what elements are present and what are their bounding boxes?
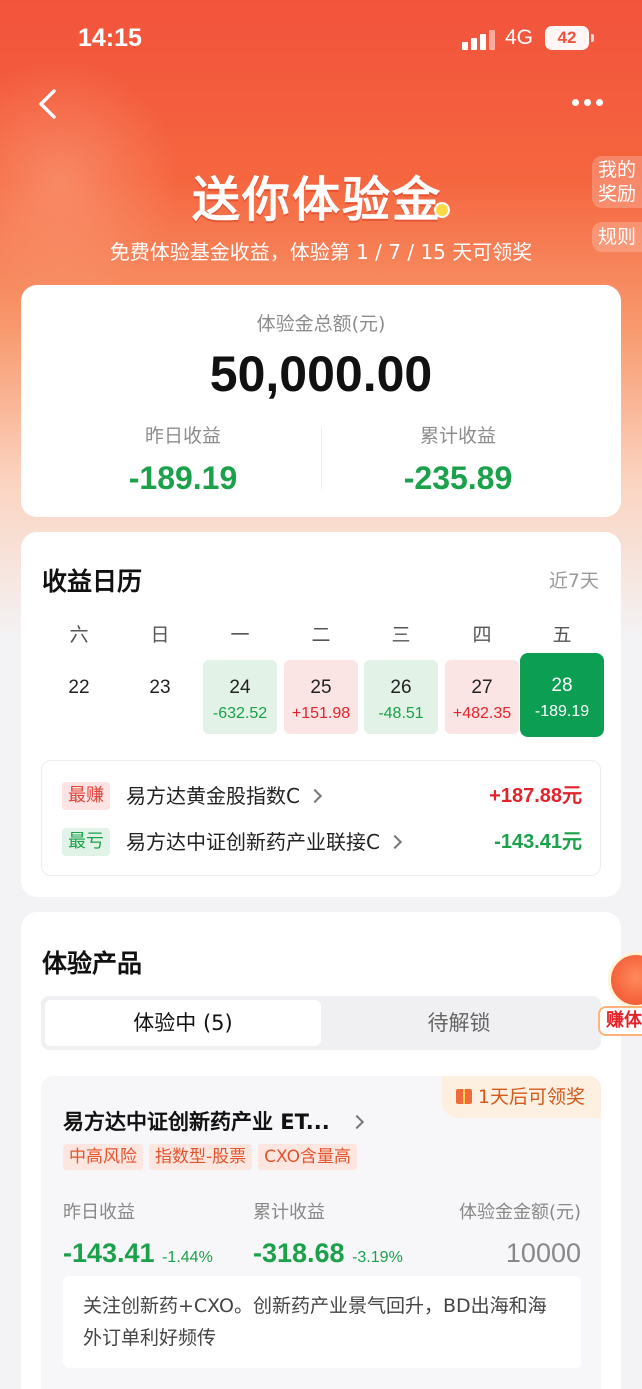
calendar-card: 收益日历 近7天 六 日 一 二 三 四 五 22 23 24 -632.52 …: [21, 532, 621, 897]
worst-fund-name: 易方达中证创新药产业联接C: [126, 828, 403, 856]
product-tag: CXO含量高: [258, 1144, 357, 1170]
product-tabs: 体验中 (5) 待解锁: [41, 996, 601, 1050]
calendar-day[interactable]: 27 +482.35: [445, 660, 519, 734]
worst-fund-row[interactable]: 最亏 易方达中证创新药产业联接C -143.41元: [62, 828, 582, 858]
products-card: 体验产品 体验中 (5) 待解锁 1天后可领奖 易方达中证创新药产业 ET...…: [21, 912, 621, 1389]
calendar-day[interactable]: 22: [42, 660, 116, 734]
my-rewards-line-1: 我的: [597, 159, 636, 181]
day-gain: +151.98: [291, 705, 351, 722]
product-yesterday: 昨日收益 -143.41 -1.44%: [63, 1198, 213, 1269]
product-note: 关注创新药+CXO。创新药产业景气回升，BD出海和海外订单利好频传: [63, 1276, 581, 1368]
weekday-label: 三: [391, 624, 411, 646]
total-label: 体验金总额(元): [256, 313, 386, 335]
reward-badge: 1天后可领奖: [441, 1076, 601, 1118]
day-gain: -48.51: [378, 705, 424, 722]
cumulative-gain-label: 累计收益: [419, 425, 496, 447]
best-worst-box: 最赚 易方达黄金股指数C +187.88元 最亏 易方达中证创新药产业联接C -…: [41, 760, 601, 876]
status-time: 14:15: [78, 24, 142, 52]
product-amount: 体验金金额(元) 10000: [459, 1198, 581, 1269]
tab-in-progress[interactable]: 体验中 (5): [45, 1000, 321, 1046]
worst-tag: 最亏: [62, 828, 110, 856]
floating-earn-label: 赚体: [598, 1006, 642, 1036]
day-date: 23: [149, 677, 171, 698]
page-title: 送你体验金: [0, 160, 642, 230]
battery-icon: 42: [545, 26, 594, 50]
yesterday-gain-label: 昨日收益: [144, 425, 221, 447]
day-date: 26: [390, 677, 412, 698]
product-cumulative-value: -318.68 -3.19%: [253, 1238, 403, 1268]
best-tag: 最赚: [62, 782, 110, 810]
piggy-bank-icon: [608, 952, 642, 1008]
day-date: 27: [471, 677, 493, 698]
calendar-day-today[interactable]: 28 -189.19: [520, 653, 604, 737]
calendar-day[interactable]: 24 -632.52: [203, 660, 277, 734]
products-title: 体验产品: [42, 949, 143, 978]
product-tag: 指数型-股票: [149, 1144, 253, 1170]
calendar-day[interactable]: 23: [123, 660, 197, 734]
more-options-icon[interactable]: [572, 96, 604, 110]
day-gain: +482.35: [452, 705, 512, 722]
yesterday-gain: 昨日收益 -189.19: [33, 421, 333, 497]
weekday-label: 四: [472, 624, 492, 646]
signal-icon: [462, 30, 496, 50]
calendar-title: 收益日历: [42, 567, 143, 596]
chevron-right-icon: [349, 1114, 364, 1130]
my-rewards-tab[interactable]: 我的 奖励: [592, 156, 642, 208]
calendar-day[interactable]: 25 +151.98: [284, 660, 358, 734]
calendar-day[interactable]: 26 -48.51: [364, 660, 438, 734]
product-amount-label: 体验金金额(元): [458, 1202, 581, 1223]
product-cumulative-label: 累计收益: [253, 1202, 325, 1223]
calendar-range[interactable]: 近7天: [549, 566, 599, 593]
weekday-label: 六: [69, 624, 89, 646]
tab-locked[interactable]: 待解锁: [321, 1000, 597, 1046]
cumulative-gain: 累计收益 -235.89: [308, 421, 608, 497]
page-subtitle: 免费体验基金收益，体验第 1 / 7 / 15 天可领奖: [109, 240, 533, 264]
chevron-right-icon: [387, 834, 403, 850]
day-gain: -632.52: [212, 705, 268, 722]
weekday-label: 二: [311, 624, 331, 646]
best-fund-name: 易方达黄金股指数C: [126, 782, 323, 810]
coin-icon: [434, 202, 450, 218]
day-date: 25: [310, 677, 332, 698]
product-card[interactable]: 1天后可领奖 易方达中证创新药产业 ET... 中高风险 指数型-股票 CXO含量高…: [41, 1076, 601, 1389]
network-label: 4G: [505, 26, 534, 49]
day-gain: -189.19: [534, 703, 590, 720]
status-bar: 14:15 4G 42: [0, 22, 642, 58]
best-fund-amount: +187.88元: [489, 785, 582, 807]
worst-fund-amount: -143.41元: [494, 831, 582, 853]
product-tag: 中高风险: [63, 1144, 143, 1170]
floating-earn-widget[interactable]: 赚体: [598, 948, 642, 1040]
product-tags: 中高风险 指数型-股票 CXO含量高: [63, 1144, 363, 1170]
day-date: 22: [68, 677, 90, 698]
day-date: 24: [229, 677, 251, 698]
weekday-label: 五: [552, 624, 572, 646]
product-name[interactable]: 易方达中证创新药产业 ET...: [63, 1106, 364, 1136]
weekday-label: 一: [230, 624, 250, 646]
cumulative-gain-value: -235.89: [403, 460, 513, 496]
product-yesterday-value: -143.41 -1.44%: [63, 1238, 213, 1268]
my-rewards-line-2: 奖励: [597, 183, 636, 205]
best-fund-row[interactable]: 最赚 易方达黄金股指数C +187.88元: [62, 782, 582, 812]
product-cumulative: 累计收益 -318.68 -3.19%: [253, 1198, 403, 1269]
weekday-label: 日: [150, 624, 170, 646]
total-value: 50,000.00: [209, 346, 433, 402]
rules-tab[interactable]: 规则: [592, 222, 642, 252]
product-yesterday-label: 昨日收益: [63, 1202, 135, 1223]
back-arrow-icon[interactable]: [34, 88, 62, 120]
yesterday-gain-value: -189.19: [128, 460, 238, 496]
product-amount-value: 10000: [505, 1238, 581, 1268]
rules-label: 规则: [597, 226, 636, 248]
chevron-right-icon: [307, 788, 323, 804]
gift-icon: [455, 1089, 472, 1104]
summary-card: 体验金总额(元) 50,000.00 昨日收益 -189.19 累计收益 -23…: [21, 285, 621, 517]
day-date: 28: [551, 675, 573, 696]
